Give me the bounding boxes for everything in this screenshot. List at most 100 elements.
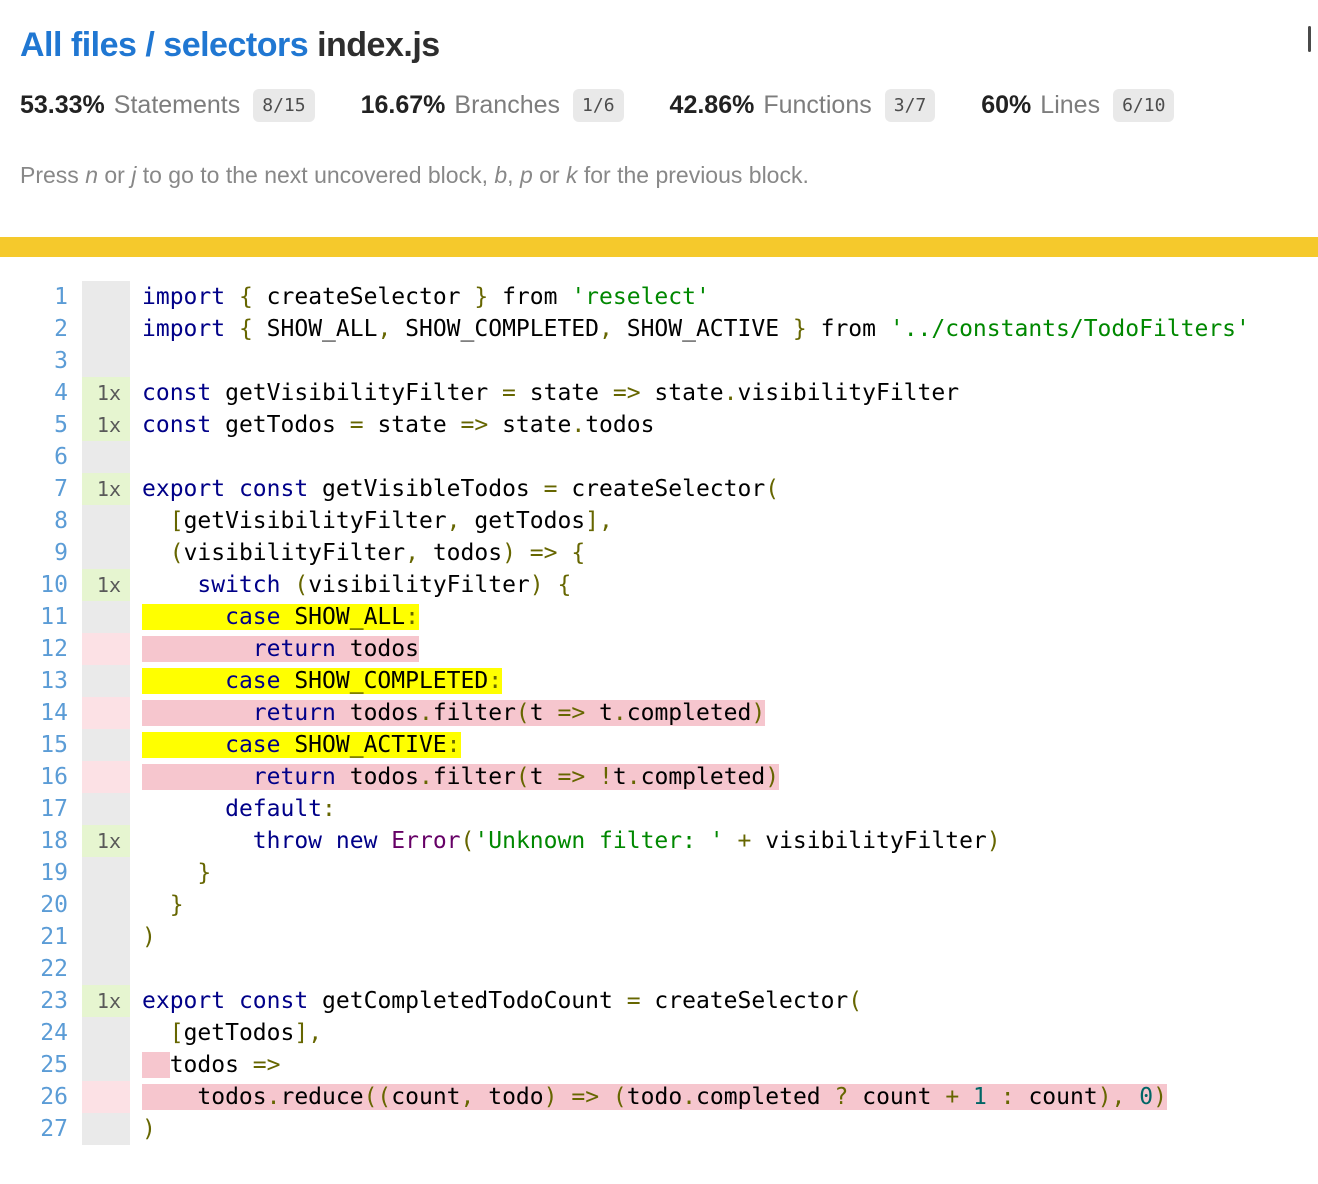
breadcrumb-all-files-link[interactable]: All files (20, 26, 136, 64)
line-number[interactable]: 13 (0, 665, 68, 697)
code-token: => (461, 412, 489, 438)
code-token: = (544, 476, 558, 502)
execution-count (82, 697, 130, 729)
code-token (142, 540, 170, 566)
line-number[interactable]: 5 (0, 409, 68, 441)
code-line: (visibilityFilter, todos) => { (142, 537, 1318, 569)
code-token: createSelector (557, 476, 765, 502)
metric-label: Statements (114, 91, 240, 120)
execution-count (82, 1113, 130, 1145)
line-number[interactable]: 23 (0, 985, 68, 1017)
code-token: completed (696, 1084, 834, 1110)
metric-percentage: 60% (981, 91, 1031, 120)
code-token: case (225, 604, 280, 630)
code-line: import { SHOW_ALL, SHOW_COMPLETED, SHOW_… (142, 313, 1318, 345)
code-token: => (557, 700, 585, 726)
hint-key: b (494, 162, 507, 188)
code-token: , (377, 316, 391, 342)
code-token: case (225, 668, 280, 694)
line-number[interactable]: 16 (0, 761, 68, 793)
code-token: => (253, 1052, 281, 1078)
code-token: visibilityFilter (751, 828, 986, 854)
code-token (377, 828, 391, 854)
line-number[interactable]: 15 (0, 729, 68, 761)
code-token: ( (170, 540, 184, 566)
metric-label: Functions (763, 91, 871, 120)
code-token: ), (1098, 1084, 1126, 1110)
code-token: : (322, 796, 336, 822)
code-token: throw (253, 828, 322, 854)
hint-text: , (507, 162, 520, 188)
line-number[interactable]: 2 (0, 313, 68, 345)
branch-not-covered-highlight: case SHOW_ACTIVE: (142, 732, 461, 758)
line-number[interactable]: 3 (0, 345, 68, 377)
code-line: } (142, 889, 1318, 921)
line-number[interactable]: 10 (0, 569, 68, 601)
scrollbar-thumb[interactable] (1308, 26, 1311, 52)
coverage-report-page: All files / selectors index.js 53.33%Sta… (0, 26, 1318, 189)
metric-percentage: 16.67% (361, 91, 446, 120)
line-number[interactable]: 18 (0, 825, 68, 857)
line-number[interactable]: 8 (0, 505, 68, 537)
code-token: createSelector (641, 988, 849, 1014)
code-token: const (142, 412, 211, 438)
execution-count: 1x (82, 825, 130, 857)
code-token: } (170, 892, 184, 918)
line-number[interactable]: 14 (0, 697, 68, 729)
code-token: . (571, 412, 585, 438)
line-number[interactable]: 17 (0, 793, 68, 825)
code-token: { (239, 316, 253, 342)
execution-count (82, 1049, 130, 1081)
code-token: count (848, 1084, 945, 1110)
line-number[interactable]: 26 (0, 1081, 68, 1113)
code-token: new (336, 828, 378, 854)
code-token: return (253, 764, 336, 790)
line-number[interactable]: 25 (0, 1049, 68, 1081)
code-line: todos => (142, 1049, 1318, 1081)
code-token: default (225, 796, 322, 822)
code-token (142, 508, 170, 534)
code-token: ( (613, 1084, 627, 1110)
code-token: t (530, 764, 558, 790)
line-number[interactable]: 12 (0, 633, 68, 665)
code-token: count (391, 1084, 460, 1110)
line-number[interactable]: 9 (0, 537, 68, 569)
execution-count (82, 601, 130, 633)
line-number[interactable]: 11 (0, 601, 68, 633)
code-line (142, 953, 1318, 985)
breadcrumb-folder-link[interactable]: selectors (163, 26, 308, 64)
code-token: ) (1153, 1084, 1167, 1110)
line-number[interactable]: 24 (0, 1017, 68, 1049)
line-number[interactable]: 19 (0, 857, 68, 889)
code-line: const getTodos = state => state.todos (142, 409, 1318, 441)
keyboard-hint: Press n or j to go to the next uncovered… (20, 162, 1298, 189)
line-number[interactable]: 21 (0, 921, 68, 953)
code-token: visibilityFilter (308, 572, 530, 598)
line-number[interactable]: 1 (0, 281, 68, 313)
line-number[interactable]: 7 (0, 473, 68, 505)
code-token (585, 764, 599, 790)
code-token: switch (197, 572, 280, 598)
code-listing: 1234567891011121314151617181920212223242… (0, 257, 1318, 1145)
code-line: case SHOW_COMPLETED: (142, 665, 1318, 697)
line-number[interactable]: 4 (0, 377, 68, 409)
execution-count (82, 761, 130, 793)
line-number[interactable]: 27 (0, 1113, 68, 1145)
code-line: default: (142, 793, 1318, 825)
line-number[interactable]: 20 (0, 889, 68, 921)
line-number[interactable]: 6 (0, 441, 68, 473)
hint-text: to go to the next uncovered block, (136, 162, 494, 188)
line-number[interactable]: 22 (0, 953, 68, 985)
code-token (225, 284, 239, 310)
hint-key: n (85, 162, 98, 188)
execution-count (82, 1017, 130, 1049)
code-token: [ (170, 508, 184, 534)
code-token: (( (364, 1084, 392, 1110)
coverage-metrics: 53.33%Statements8/1516.67%Branches1/642.… (20, 89, 1298, 122)
code-line: export const getVisibleTodos = createSel… (142, 473, 1318, 505)
execution-count (82, 345, 130, 377)
code-line: ) (142, 1113, 1318, 1145)
code-token: from (488, 284, 571, 310)
code-token (599, 1084, 613, 1110)
code-token: { (239, 284, 253, 310)
